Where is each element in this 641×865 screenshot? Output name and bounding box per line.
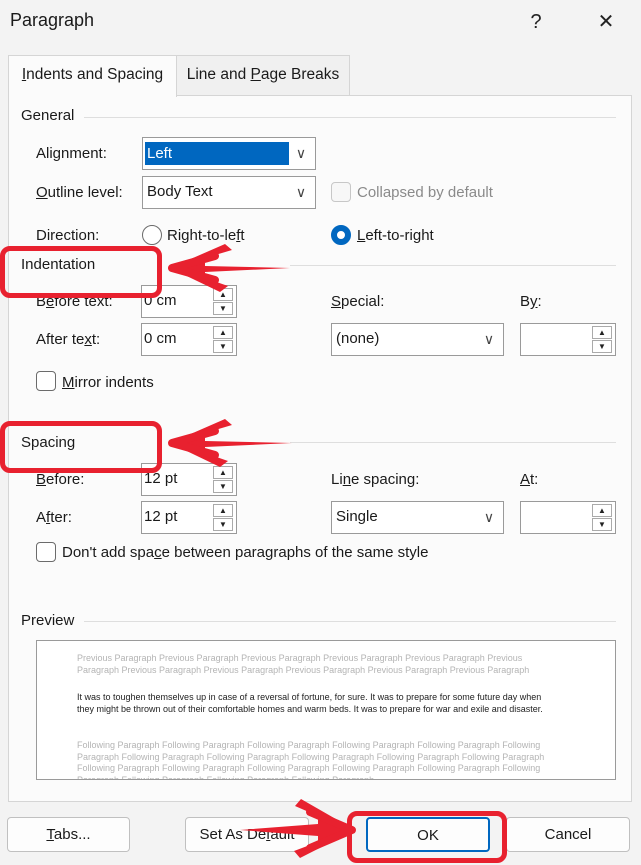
tab-label-post: ndents and Spacing [26, 66, 164, 83]
arrow-icon [240, 799, 356, 858]
tab-indents-and-spacing[interactable]: Indents and Spacing [8, 55, 177, 97]
arrow-icon [168, 244, 290, 292]
arrow-icon [168, 419, 292, 467]
annotation-arrows [168, 244, 356, 858]
